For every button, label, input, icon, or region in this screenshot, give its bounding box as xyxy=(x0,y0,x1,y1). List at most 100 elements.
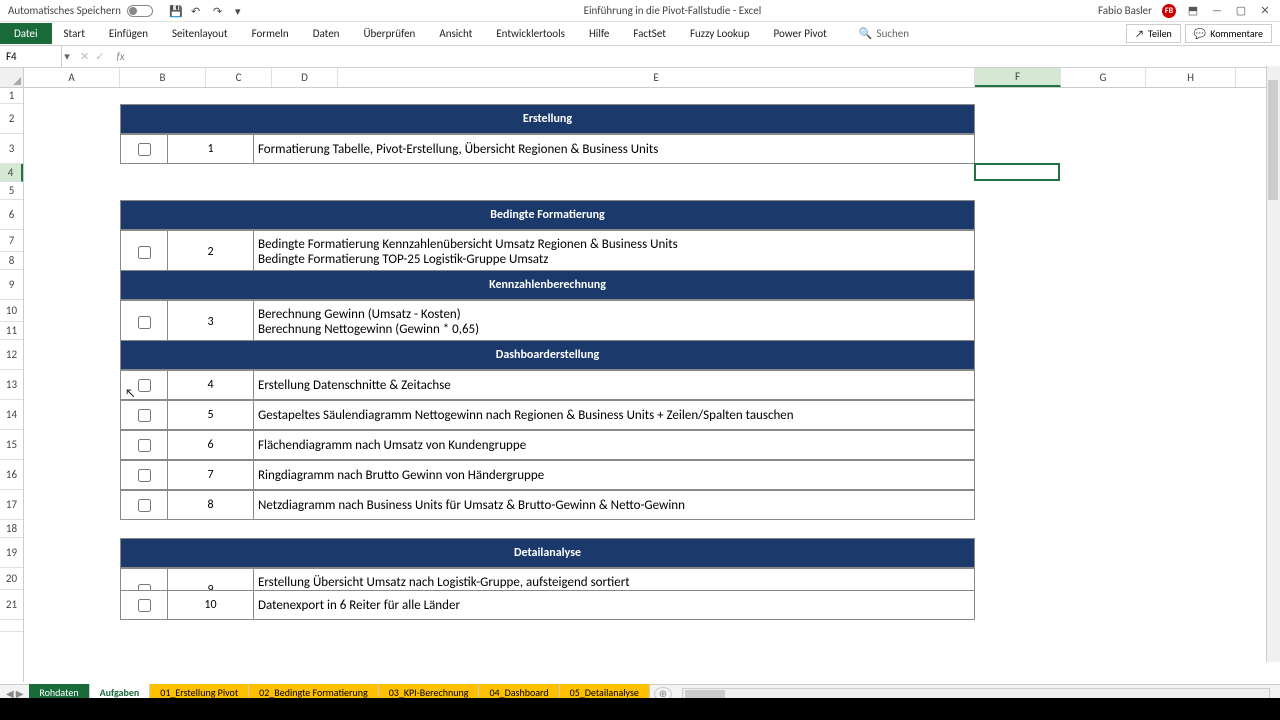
row-header-17[interactable]: 17 xyxy=(0,490,23,520)
task-checkbox[interactable] xyxy=(138,246,151,259)
row-header-5[interactable]: 5 xyxy=(0,182,23,200)
redo-icon[interactable]: ↷ xyxy=(213,5,225,17)
tab-datei[interactable]: Datei xyxy=(0,23,52,44)
row-header-10[interactable]: 10 xyxy=(0,300,23,322)
row-header-3[interactable]: 3 xyxy=(0,134,23,164)
user-name[interactable]: Fabio Basler xyxy=(1098,4,1152,17)
tab-entwicklertools[interactable]: Entwicklertools xyxy=(484,23,577,44)
autosave-label: Automatisches Speichern xyxy=(8,4,121,17)
task-number: 10 xyxy=(168,591,254,619)
task-checkbox[interactable] xyxy=(138,469,151,482)
task-description: Bedingte Formatierung Kennzahlenübersich… xyxy=(254,231,974,273)
spreadsheet-grid[interactable]: 123456789101112131415161718192021 ABCDEF… xyxy=(0,68,1280,682)
ribbon-tabs: DateiStartEinfügenSeitenlayoutFormelnDat… xyxy=(0,22,1280,46)
row-header-2[interactable]: 2 xyxy=(0,104,23,134)
column-headers[interactable]: ABCDEFGH xyxy=(24,68,1280,88)
fx-icon[interactable]: fx xyxy=(112,50,128,63)
task-row: 7Ringdiagramm nach Brutto Gewinn von Hän… xyxy=(120,460,975,490)
task-number: 4 xyxy=(168,371,254,399)
task-description: Gestapeltes Säulendiagramm Nettogewinn n… xyxy=(254,401,974,429)
cursor-icon: ↖ xyxy=(125,387,136,401)
tab-seitenlayout[interactable]: Seitenlayout xyxy=(160,23,240,44)
row-header-4[interactable]: 4 xyxy=(0,164,23,182)
select-all-cell[interactable] xyxy=(0,68,23,88)
ribbon-options-icon[interactable]: ⬒ xyxy=(1186,4,1200,18)
row-header-undefined[interactable] xyxy=(0,620,23,632)
row-header-14[interactable]: 14 xyxy=(0,400,23,430)
row-header-18[interactable]: 18 xyxy=(0,520,23,538)
share-button[interactable]: ↗Teilen xyxy=(1126,24,1181,43)
col-header-G[interactable]: G xyxy=(1061,68,1146,87)
task-checkbox[interactable] xyxy=(138,409,151,422)
toggle-switch[interactable] xyxy=(127,5,153,17)
tab-hilfe[interactable]: Hilfe xyxy=(577,23,621,44)
task-row: 8Netzdiagramm nach Business Units für Um… xyxy=(120,490,975,520)
tab-power pivot[interactable]: Power Pivot xyxy=(761,23,838,44)
section-header: Detailanalyse xyxy=(120,538,975,568)
row-header-12[interactable]: 12 xyxy=(0,340,23,370)
row-header-15[interactable]: 15 xyxy=(0,430,23,460)
task-number: 2 xyxy=(168,231,254,273)
task-checkbox[interactable] xyxy=(138,143,151,156)
row-header-21[interactable]: 21 xyxy=(0,590,23,620)
cancel-formula-icon[interactable]: ✕ xyxy=(80,50,89,63)
name-box[interactable]: F4 xyxy=(0,46,62,67)
row-header-16[interactable]: 16 xyxy=(0,460,23,490)
vertical-scrollbar[interactable] xyxy=(1266,66,1280,662)
col-header-C[interactable]: C xyxy=(206,68,272,87)
task-number: 6 xyxy=(168,431,254,459)
active-cell[interactable] xyxy=(974,163,1060,181)
tab-daten[interactable]: Daten xyxy=(301,23,352,44)
formula-bar: F4 ▾ ✕ ✓ fx xyxy=(0,46,1280,68)
close-icon[interactable]: ✕ xyxy=(1258,4,1272,18)
row-header-19[interactable]: 19 xyxy=(0,538,23,568)
task-checkbox[interactable] xyxy=(138,499,151,512)
col-header-H[interactable]: H xyxy=(1146,68,1236,87)
section-header: Kennzahlenberechnung xyxy=(120,270,975,300)
scrollbar-thumb[interactable] xyxy=(685,690,725,698)
col-header-F[interactable]: F xyxy=(975,68,1061,87)
minimize-icon[interactable]: — xyxy=(1210,4,1224,18)
section-header: Dashboarderstellung xyxy=(120,340,975,370)
task-checkbox[interactable] xyxy=(138,316,151,329)
search-input[interactable]: Suchen xyxy=(877,27,910,40)
row-header-7[interactable]: 7 xyxy=(0,230,23,252)
task-checkbox[interactable] xyxy=(138,599,151,612)
document-title: Einführung in die Pivot-Fallstudie - Exc… xyxy=(255,4,1090,17)
col-header-D[interactable]: D xyxy=(272,68,338,87)
row-header-20[interactable]: 20 xyxy=(0,568,23,590)
task-number: 8 xyxy=(168,491,254,519)
tab-fuzzy lookup[interactable]: Fuzzy Lookup xyxy=(678,23,762,44)
accept-formula-icon[interactable]: ✓ xyxy=(95,50,104,63)
avatar[interactable]: FB xyxy=(1162,4,1176,18)
col-header-B[interactable]: B xyxy=(120,68,206,87)
row-header-13[interactable]: 13 xyxy=(0,370,23,400)
task-checkbox[interactable] xyxy=(138,379,151,392)
task-description: Berechnung Gewinn (Umsatz - Kosten)Berec… xyxy=(254,301,974,343)
row-header-8[interactable]: 8 xyxy=(0,252,23,270)
autosave-toggle[interactable]: Automatisches Speichern xyxy=(0,4,161,17)
col-header-E[interactable]: E xyxy=(338,68,975,87)
row-header-9[interactable]: 9 xyxy=(0,270,23,300)
maximize-icon[interactable]: ▢ xyxy=(1234,4,1248,18)
row-header-6[interactable]: 6 xyxy=(0,200,23,230)
tab-factset[interactable]: FactSet xyxy=(621,23,678,44)
col-header-A[interactable]: A xyxy=(24,68,120,87)
tab-ansicht[interactable]: Ansicht xyxy=(427,23,484,44)
qat-dropdown-icon[interactable]: ▾ xyxy=(235,5,247,17)
row-header-1[interactable]: 1 xyxy=(0,88,23,104)
tab-start[interactable]: Start xyxy=(52,23,97,44)
scrollbar-thumb[interactable] xyxy=(1268,80,1278,200)
tab-einfügen[interactable]: Einfügen xyxy=(97,23,160,44)
row-header-11[interactable]: 11 xyxy=(0,322,23,340)
task-row: 3Berechnung Gewinn (Umsatz - Kosten)Bere… xyxy=(120,300,975,344)
save-icon[interactable]: 💾 xyxy=(169,5,181,17)
comments-button[interactable]: 💬Kommentare xyxy=(1185,24,1272,43)
undo-icon[interactable]: ↶ xyxy=(191,5,203,17)
namebox-dropdown-icon[interactable]: ▾ xyxy=(62,50,72,63)
task-row: ↖4Erstellung Datenschnitte & Zeitachse xyxy=(120,370,975,400)
task-checkbox[interactable] xyxy=(138,439,151,452)
tab-formeln[interactable]: Formeln xyxy=(240,23,301,44)
task-description: Formatierung Tabelle, Pivot-Erstellung, … xyxy=(254,135,974,163)
tab-überprüfen[interactable]: Überprüfen xyxy=(351,23,427,44)
